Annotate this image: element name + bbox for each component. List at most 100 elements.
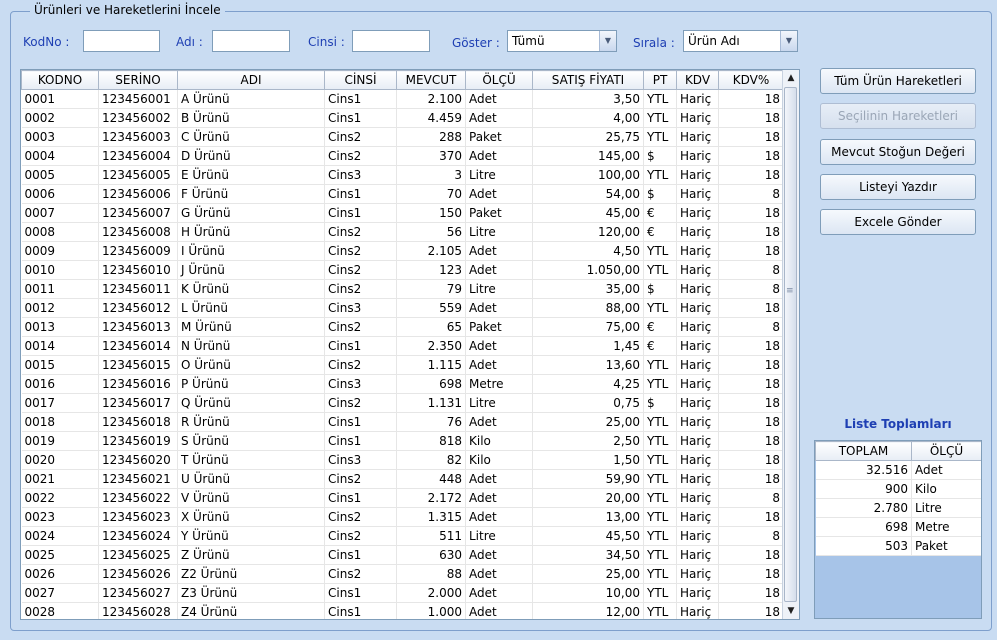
table-row[interactable]: 0002 123456002 B Ürünü Cins1 4.459 Adet 4,00 YT…: [21, 108, 784, 128]
table-cell: Litre: [465, 393, 533, 413]
products-grid[interactable]: KODNO SERİNO ADI CİNSİ MEVCUT ÖLÇÜ SATIŞ FİYAT…: [20, 69, 800, 620]
table-row[interactable]: 0025 123456025 Z Ürünü Cins1 630 Adet 34,50 YTL…: [21, 545, 784, 565]
table-cell: 0017: [21, 393, 99, 413]
table-cell: Cins2: [324, 241, 397, 261]
adi-input[interactable]: [212, 30, 290, 52]
table-cell: 34,50: [532, 545, 644, 565]
column-header[interactable]: KDV%: [718, 70, 784, 90]
table-cell: D Ürünü: [177, 146, 325, 166]
table-row[interactable]: 0008 123456008 H Ürünü Cins2 56 Litre 120,00 € H…: [21, 222, 784, 242]
table-row[interactable]: 0027 123456027 Z3 Ürünü Cins1 2.000 Adet 10,00…: [21, 583, 784, 603]
column-header[interactable]: ADI: [177, 70, 325, 90]
table-cell: 18: [718, 583, 784, 603]
table-cell: YTL: [643, 583, 677, 603]
table-cell: 123456026: [98, 564, 178, 584]
stock-value-button[interactable]: Mevcut Stoğun Değeri: [820, 139, 976, 165]
table-cell: Cins3: [324, 374, 397, 394]
table-cell: Adet: [465, 602, 533, 619]
scroll-down-arrow-icon[interactable]: ▼: [783, 603, 799, 619]
table-row[interactable]: 0020 123456020 T Ürünü Cins3 82 Kilo 1,50 YTL Ha…: [21, 450, 784, 470]
totals-column-header: TOPLAM: [815, 441, 912, 461]
totals-cell: 698: [815, 517, 912, 537]
chevron-down-icon[interactable]: ▼: [780, 31, 797, 51]
kodno-input[interactable]: [83, 30, 160, 52]
sirala-select[interactable]: Ürün Adı ▼: [683, 30, 798, 52]
table-cell: 0015: [21, 355, 99, 375]
table-row[interactable]: 0026 123456026 Z2 Ürünü Cins2 88 Adet 25,00 YTL…: [21, 564, 784, 584]
table-cell: 18: [718, 165, 784, 185]
print-list-button[interactable]: Listeyi Yazdır: [820, 174, 976, 200]
table-row[interactable]: 0019 123456019 S Ürünü Cins1 818 Kilo 2,50 YTL H…: [21, 431, 784, 451]
column-header[interactable]: KDV: [676, 70, 719, 90]
table-row[interactable]: 0005 123456005 E Ürünü Cins3 3 Litre 100,00 YTL…: [21, 165, 784, 185]
column-header[interactable]: PT: [643, 70, 677, 90]
table-row[interactable]: 0021 123456021 U Ürünü Cins2 448 Adet 59,90 YTL…: [21, 469, 784, 489]
goster-select[interactable]: Tümü ▼: [507, 30, 617, 52]
table-cell: 0022: [21, 488, 99, 508]
table-cell: Cins2: [324, 507, 397, 527]
table-row[interactable]: 0010 123456010 J Ürünü Cins2 123 Adet 1.050,00…: [21, 260, 784, 280]
table-row[interactable]: 0022 123456022 V Ürünü Cins1 2.172 Adet 20,00 Y…: [21, 488, 784, 508]
table-cell: H Ürünü: [177, 222, 325, 242]
column-header[interactable]: MEVCUT: [396, 70, 466, 90]
table-cell: 8: [718, 184, 784, 204]
table-row[interactable]: 0011 123456011 K Ürünü Cins2 79 Litre 35,00 $ Ha…: [21, 279, 784, 299]
table-cell: 18: [718, 298, 784, 318]
table-cell: Z2 Ürünü: [177, 564, 325, 584]
table-cell: YTL: [643, 488, 677, 508]
table-row[interactable]: 0017 123456017 Q Ürünü Cins2 1.131 Litre 0,75 $…: [21, 393, 784, 413]
table-row[interactable]: 0004 123456004 D Ürünü Cins2 370 Adet 145,00 $ H…: [21, 146, 784, 166]
table-cell: 123456004: [98, 146, 178, 166]
table-row[interactable]: 0013 123456013 M Ürünü Cins2 65 Paket 75,00 € Ha…: [21, 317, 784, 337]
chevron-down-icon[interactable]: ▼: [599, 31, 616, 51]
cinsi-input[interactable]: [352, 30, 430, 52]
scrollbar-thumb[interactable]: [784, 87, 797, 602]
table-cell: Hariç: [676, 298, 719, 318]
table-cell: Paket: [465, 203, 533, 223]
table-row[interactable]: 0016 123456016 P Ürünü Cins3 698 Metre 4,25 YTL…: [21, 374, 784, 394]
column-header[interactable]: SERİNO: [98, 70, 178, 90]
table-row[interactable]: 0009 123456009 I Ürünü Cins2 2.105 Adet 4,50 YT…: [21, 241, 784, 261]
table-cell: YTL: [643, 355, 677, 375]
table-cell: Cins2: [324, 393, 397, 413]
table-cell: Adet: [465, 412, 533, 432]
table-cell: 8: [718, 260, 784, 280]
table-cell: N Ürünü: [177, 336, 325, 356]
table-row[interactable]: 0014 123456014 N Ürünü Cins1 2.350 Adet 1,45 € H…: [21, 336, 784, 356]
table-cell: 0012: [21, 298, 99, 318]
column-header[interactable]: SATIŞ FİYATI: [532, 70, 644, 90]
table-row[interactable]: 0028 123456028 Z4 Ürünü Cins1 1.000 Adet 12,00…: [21, 602, 784, 619]
table-row[interactable]: 0023 123456023 X Ürünü Cins2 1.315 Adet 13,00 Y…: [21, 507, 784, 527]
table-cell: Hariç: [676, 317, 719, 337]
table-cell: Cins3: [324, 165, 397, 185]
table-cell: 18: [718, 507, 784, 527]
table-cell: Cins2: [324, 317, 397, 337]
column-header[interactable]: CİNSİ: [324, 70, 397, 90]
table-cell: 0024: [21, 526, 99, 546]
totals-grid: TOPLAM ÖLÇÜ 32.516 Adet 900 Kilo 2.780 Litre 69…: [814, 440, 982, 619]
table-row[interactable]: 0003 123456003 C Ürünü Cins2 288 Paket 25,75 YT…: [21, 127, 784, 147]
table-cell: 0020: [21, 450, 99, 470]
table-row[interactable]: 0015 123456015 O Ürünü Cins2 1.115 Adet 13,60 Y…: [21, 355, 784, 375]
table-row[interactable]: 0018 123456018 R Ürünü Cins1 76 Adet 25,00 YTL H…: [21, 412, 784, 432]
table-cell: 123456020: [98, 450, 178, 470]
table-cell: 0004: [21, 146, 99, 166]
export-excel-button[interactable]: Excele Gönder: [820, 209, 976, 235]
column-header[interactable]: KODNO: [21, 70, 99, 90]
table-row[interactable]: 0007 123456007 G Ürünü Cins1 150 Paket 45,00 € H…: [21, 203, 784, 223]
table-row[interactable]: 0001 123456001 A Ürünü Cins1 2.100 Adet 3,50 YT…: [21, 89, 784, 109]
grid-scrollbar[interactable]: ▲ ≡ ▼: [782, 70, 799, 619]
table-row[interactable]: 0006 123456006 F Ürünü Cins1 70 Adet 54,00 $ Har…: [21, 184, 784, 204]
column-header[interactable]: ÖLÇÜ: [465, 70, 533, 90]
table-cell: 12,00: [532, 602, 644, 619]
all-product-movements-button[interactable]: Tüm Ürün Hareketleri: [820, 68, 976, 94]
table-row[interactable]: 0012 123456012 L Ürünü Cins3 559 Adet 88,00 YTL…: [21, 298, 784, 318]
table-cell: 120,00: [532, 222, 644, 242]
table-cell: Hariç: [676, 602, 719, 619]
table-cell: Cins2: [324, 260, 397, 280]
selected-movements-button[interactable]: Seçilinin Hareketleri: [820, 103, 976, 129]
table-cell: 123456025: [98, 545, 178, 565]
scroll-up-arrow-icon[interactable]: ▲: [783, 70, 799, 86]
table-row[interactable]: 0024 123456024 Y Ürünü Cins2 511 Litre 45,50 YT…: [21, 526, 784, 546]
table-cell: Hariç: [676, 393, 719, 413]
